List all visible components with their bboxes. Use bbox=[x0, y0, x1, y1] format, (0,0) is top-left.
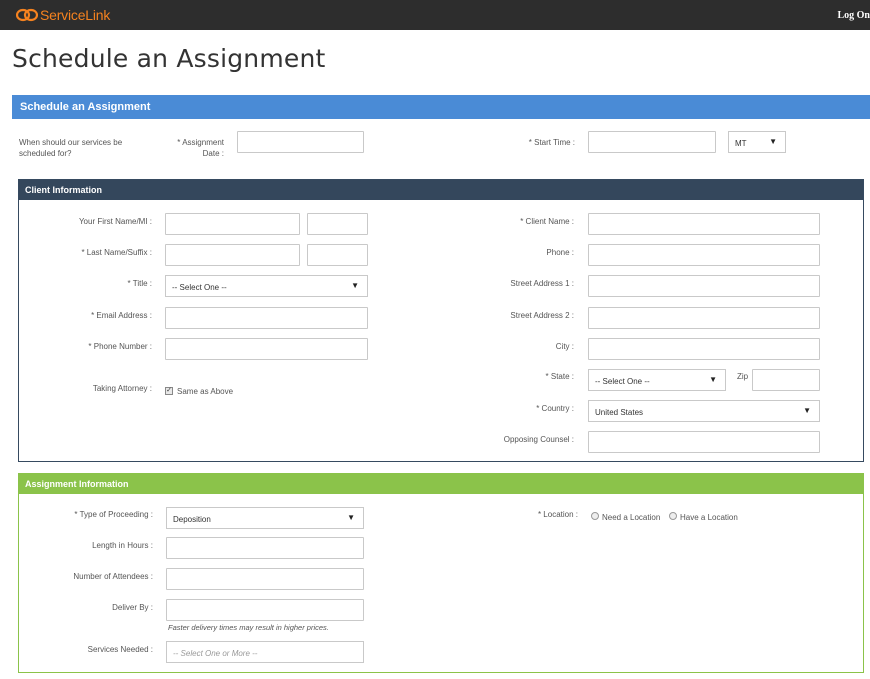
zip-label: Zip bbox=[737, 372, 749, 381]
first-name-input[interactable] bbox=[165, 213, 300, 235]
services-needed-placeholder: -- Select One or More -- bbox=[173, 649, 258, 658]
street-address-1-input[interactable] bbox=[588, 275, 820, 297]
deliver-by-hint: Faster delivery times may result in high… bbox=[168, 623, 329, 632]
caret-down-icon: ▼ bbox=[709, 375, 717, 384]
caret-down-icon: ▼ bbox=[769, 137, 777, 146]
deliver-by-input[interactable] bbox=[166, 599, 364, 621]
timezone-select[interactable]: MT ▼ bbox=[728, 131, 786, 153]
start-time-label: * Start Time : bbox=[528, 138, 575, 147]
opposing-counsel-input[interactable] bbox=[588, 431, 820, 453]
state-label: * State : bbox=[545, 372, 574, 381]
first-name-label: Your First Name/MI : bbox=[78, 217, 152, 226]
title-label: * Title : bbox=[127, 279, 152, 288]
title-select[interactable]: -- Select One -- ▼ bbox=[165, 275, 368, 297]
need-location-label: Need a Location bbox=[602, 513, 661, 522]
assignment-section-header: Assignment Information bbox=[19, 474, 863, 494]
state-select[interactable]: -- Select One -- ▼ bbox=[588, 369, 726, 391]
type-of-proceeding-value: Deposition bbox=[173, 515, 211, 524]
servicelink-logo-icon bbox=[15, 8, 39, 22]
caret-down-icon: ▼ bbox=[351, 281, 359, 290]
type-of-proceeding-select[interactable]: Deposition ▼ bbox=[166, 507, 364, 529]
city-input[interactable] bbox=[588, 338, 820, 360]
opposing-counsel-label: Opposing Counsel : bbox=[503, 435, 574, 444]
brand-name: ServiceLink bbox=[40, 7, 111, 23]
type-of-proceeding-label: * Type of Proceeding : bbox=[74, 510, 153, 519]
length-in-hours-label: Length in Hours : bbox=[92, 541, 153, 550]
last-name-label: * Last Name/Suffix : bbox=[81, 248, 152, 257]
start-time-input[interactable] bbox=[588, 131, 716, 153]
caret-down-icon: ▼ bbox=[347, 513, 355, 522]
middle-initial-input[interactable] bbox=[307, 213, 368, 235]
location-label: * Location : bbox=[537, 510, 578, 519]
same-as-above-label: Same as Above bbox=[177, 387, 234, 396]
country-select-value: United States bbox=[595, 408, 644, 417]
need-location-radio[interactable] bbox=[591, 512, 599, 520]
state-select-value: -- Select One -- bbox=[595, 377, 650, 386]
page-title: Schedule an Assignment bbox=[12, 44, 326, 73]
client-section-header: Client Information bbox=[19, 180, 863, 200]
schedule-question: When should our services be scheduled fo… bbox=[19, 138, 123, 158]
email-label: * Email Address : bbox=[91, 311, 152, 320]
servicelink-logo[interactable]: ServiceLink bbox=[15, 7, 111, 23]
services-needed-label: Services Needed : bbox=[87, 645, 153, 654]
deliver-by-label: Deliver By : bbox=[112, 603, 153, 612]
email-input[interactable] bbox=[165, 307, 368, 329]
log-on-link[interactable]: Log On bbox=[837, 10, 870, 21]
timezone-value: MT bbox=[735, 139, 747, 148]
country-select[interactable]: United States ▼ bbox=[588, 400, 820, 422]
city-label: City : bbox=[555, 342, 574, 351]
last-name-input[interactable] bbox=[165, 244, 300, 266]
street-address-1-label: Street Address 1 : bbox=[510, 279, 574, 288]
street-address-2-label: Street Address 2 : bbox=[510, 311, 574, 320]
number-of-attendees-input[interactable] bbox=[166, 568, 364, 590]
title-select-value: -- Select One -- bbox=[172, 283, 227, 292]
same-as-above-checkbox[interactable]: ✓ bbox=[165, 387, 173, 395]
have-location-radio[interactable] bbox=[669, 512, 677, 520]
street-address-2-input[interactable] bbox=[588, 307, 820, 329]
assignment-date-label: * Assignment Date : bbox=[177, 138, 224, 158]
phone-number-label: * Phone Number : bbox=[88, 342, 152, 351]
zip-input[interactable] bbox=[752, 369, 820, 391]
client-name-label: * Client Name : bbox=[520, 217, 574, 226]
phone-label: Phone : bbox=[546, 248, 574, 257]
services-needed-select[interactable]: -- Select One or More -- bbox=[166, 641, 364, 663]
suffix-input[interactable] bbox=[307, 244, 368, 266]
top-bar: ServiceLink Log On bbox=[0, 0, 870, 30]
have-location-label: Have a Location bbox=[680, 513, 738, 522]
phone-input[interactable] bbox=[588, 244, 820, 266]
client-name-input[interactable] bbox=[588, 213, 820, 235]
schedule-section-header: Schedule an Assignment bbox=[12, 95, 870, 119]
country-label: * Country : bbox=[536, 404, 574, 413]
caret-down-icon: ▼ bbox=[803, 406, 811, 415]
assignment-date-input[interactable] bbox=[237, 131, 364, 153]
number-of-attendees-label: Number of Attendees : bbox=[73, 572, 153, 581]
length-in-hours-input[interactable] bbox=[166, 537, 364, 559]
taking-attorney-label: Taking Attorney : bbox=[92, 384, 152, 393]
phone-number-input[interactable] bbox=[165, 338, 368, 360]
